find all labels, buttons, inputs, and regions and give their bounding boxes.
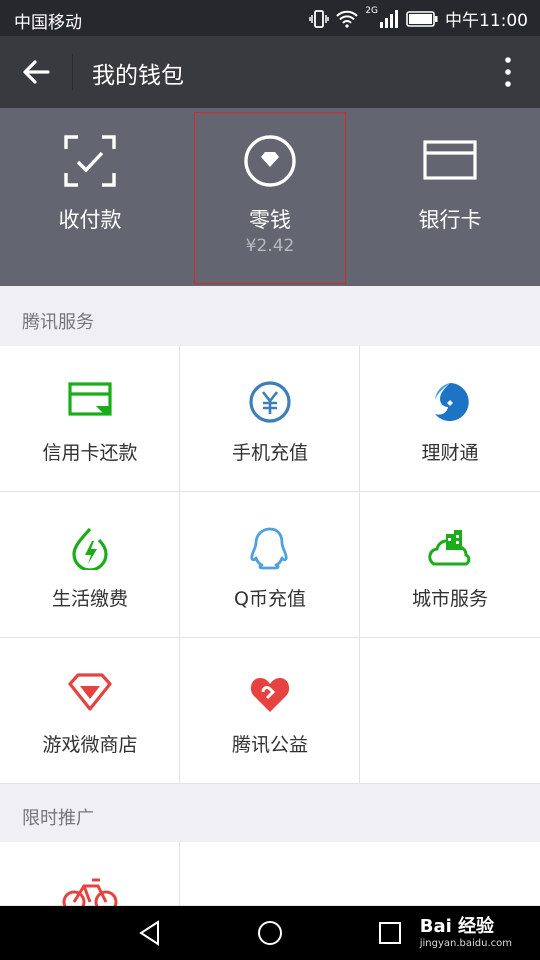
bank-card-icon xyxy=(423,140,477,180)
licaitong-icon xyxy=(435,383,469,421)
baidu-watermark: Bai 经验 jingyan.baidu.com xyxy=(420,912,512,949)
service-qcoin-topup[interactable]: Q币充值 xyxy=(180,492,360,638)
change-label: 零钱 xyxy=(249,208,291,232)
nav-recents-icon[interactable] xyxy=(376,919,404,947)
promo-grid xyxy=(0,842,540,906)
service-charity[interactable]: 腾讯公益 xyxy=(180,638,360,784)
diamond-coin-icon xyxy=(244,135,296,187)
watermark-brand: Bai 经验 xyxy=(419,916,495,937)
bank-card-label: 银行卡 xyxy=(418,208,482,232)
service-city[interactable]: 城市服务 xyxy=(360,492,540,638)
page-title: 我的钱包 xyxy=(92,63,184,89)
android-nav-bar: Bai 经验 jingyan.baidu.com xyxy=(0,906,540,960)
receive-pay-button[interactable]: 收付款 xyxy=(0,108,180,286)
qq-penguin-icon xyxy=(250,527,288,570)
carrier-name: 中国移动 xyxy=(14,13,82,33)
credit-card-repay-icon xyxy=(68,382,112,416)
yuan-coin-icon xyxy=(249,381,291,423)
diamond-icon xyxy=(68,673,112,711)
service-label: 理财通 xyxy=(421,442,479,464)
wallet-actions: 收付款 零钱 ¥2.42 银行卡 xyxy=(0,108,540,286)
service-label: Q币充值 xyxy=(234,588,306,610)
status-icons: 2G 中午11:00 xyxy=(309,6,528,31)
signal-icon xyxy=(380,9,398,28)
service-utilities[interactable]: 生活缴费 xyxy=(0,492,180,638)
status-bar: 中国移动 2G 中午11:00 xyxy=(0,0,540,36)
title-bar: 我的钱包 xyxy=(0,36,540,108)
service-mobile-topup[interactable]: 手机充值 xyxy=(180,346,360,492)
service-label: 生活缴费 xyxy=(51,588,128,610)
nav-back-icon[interactable] xyxy=(136,919,164,947)
service-licaitong[interactable]: 理财通 xyxy=(360,346,540,492)
service-credit-card-repay[interactable]: 信用卡还款 xyxy=(0,346,180,492)
scan-check-icon xyxy=(64,135,116,187)
bolt-drop-icon xyxy=(72,527,108,570)
service-label: 游戏微商店 xyxy=(42,734,138,756)
city-cloud-icon xyxy=(428,530,471,566)
service-game-shop[interactable]: 游戏微商店 xyxy=(0,638,180,784)
more-options-icon[interactable] xyxy=(498,54,518,90)
change-amount: ¥2.42 xyxy=(245,236,295,256)
promo-empty xyxy=(180,842,540,906)
vibrate-icon xyxy=(309,9,330,28)
section-promotions: 限时推广 xyxy=(0,784,540,842)
bicycle-icon xyxy=(62,878,118,906)
service-label: 腾讯公益 xyxy=(231,734,308,756)
battery-icon xyxy=(406,10,438,27)
promo-bike[interactable] xyxy=(0,842,180,906)
service-label: 城市服务 xyxy=(411,588,488,610)
watermark-url: jingyan.baidu.com xyxy=(419,938,512,949)
nav-home-icon[interactable] xyxy=(256,919,284,947)
wifi-icon xyxy=(336,10,359,28)
services-grid: 信用卡还款 手机充值 理财通 生活缴费 Q币充值 城市服务 游戏微商店 腾讯公益 xyxy=(0,346,540,784)
title-divider xyxy=(72,54,73,90)
service-label: 信用卡还款 xyxy=(42,442,138,464)
network-type: 2G xyxy=(365,6,378,16)
service-label: 手机充值 xyxy=(231,442,308,464)
back-arrow-icon[interactable] xyxy=(18,54,54,90)
receive-pay-label: 收付款 xyxy=(58,208,122,232)
section-tencent-services: 腾讯服务 xyxy=(0,288,540,346)
bank-card-button[interactable]: 银行卡 xyxy=(360,108,540,286)
charity-heart-icon xyxy=(250,678,290,712)
empty-cell xyxy=(360,638,540,784)
change-balance-button[interactable]: 零钱 ¥2.42 xyxy=(194,112,346,284)
clock: 中午11:00 xyxy=(445,11,528,31)
